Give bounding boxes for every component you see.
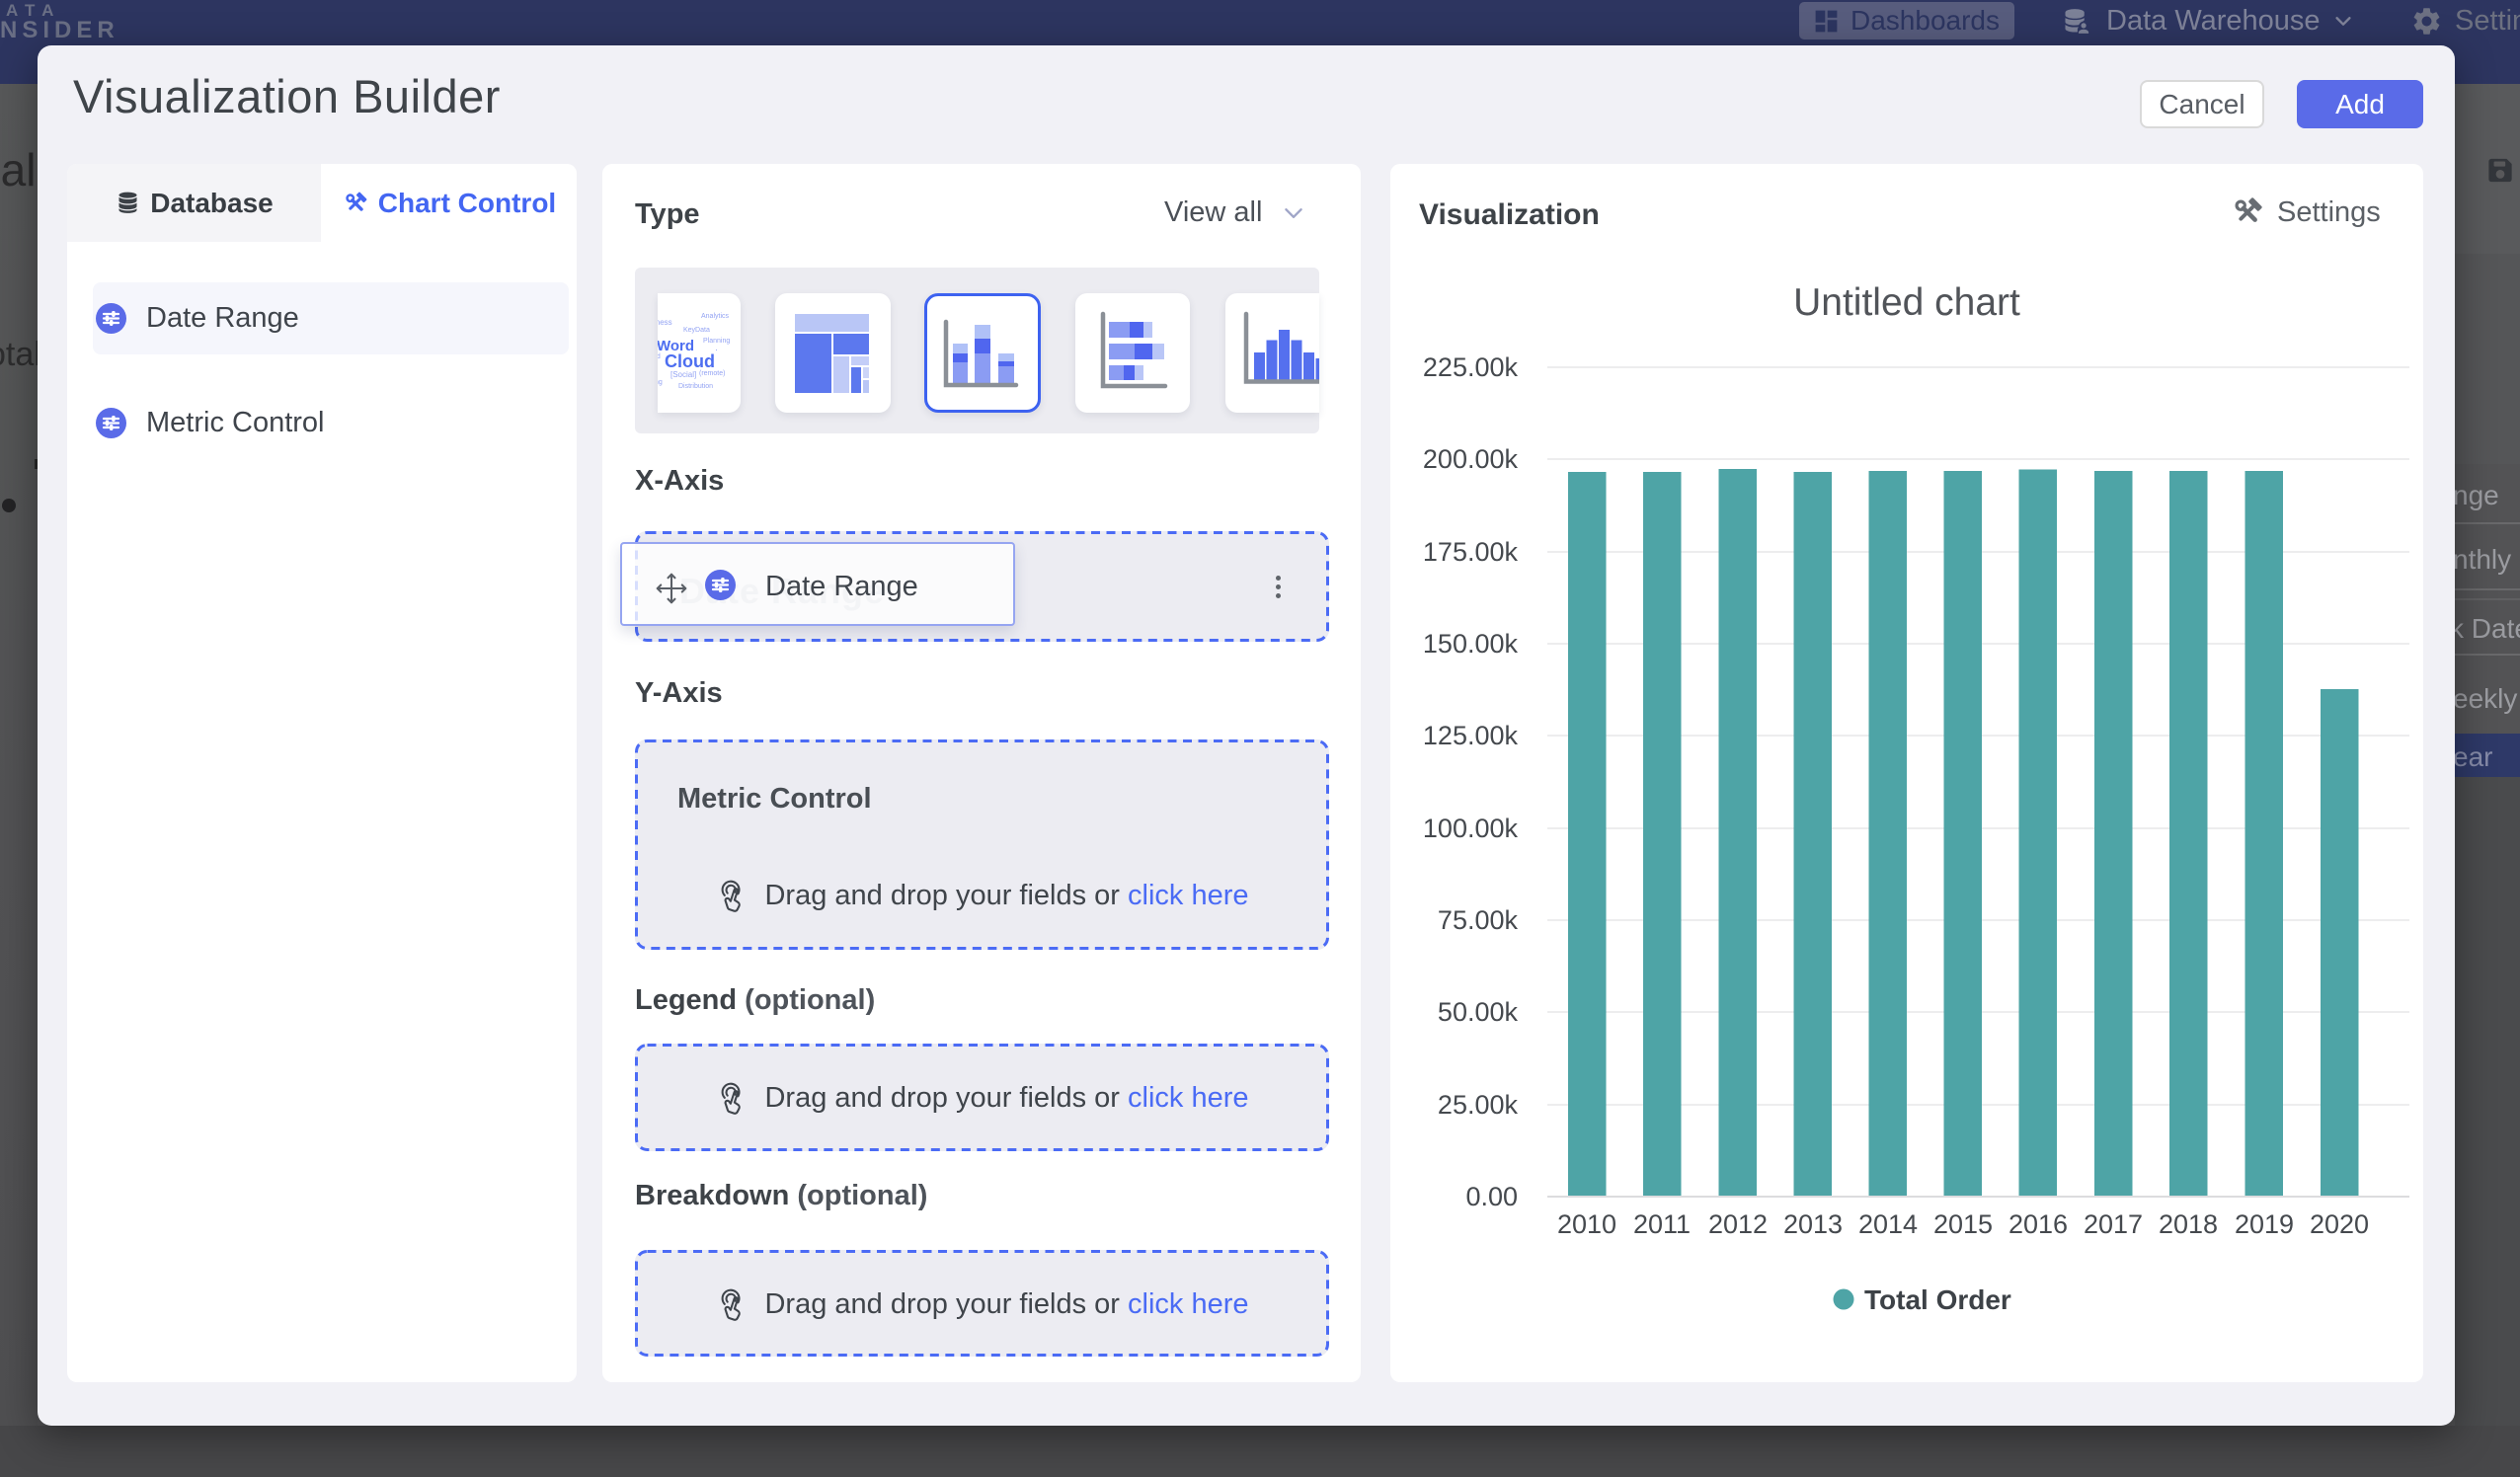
svg-text:150.00k: 150.00k xyxy=(1423,629,1519,659)
svg-text:2016: 2016 xyxy=(2008,1209,2068,1239)
svg-text:75.00k: 75.00k xyxy=(1438,905,1519,935)
svg-text:125.00k: 125.00k xyxy=(1423,721,1519,750)
svg-text:25.00k: 25.00k xyxy=(1438,1090,1519,1120)
svg-text:2015: 2015 xyxy=(1933,1209,1993,1239)
svg-text:225.00k: 225.00k xyxy=(1423,352,1519,382)
svg-text:2020: 2020 xyxy=(2310,1209,2369,1239)
svg-text:50.00k: 50.00k xyxy=(1438,997,1519,1027)
svg-text:2019: 2019 xyxy=(2235,1209,2294,1239)
svg-text:2012: 2012 xyxy=(1708,1209,1768,1239)
svg-text:2013: 2013 xyxy=(1783,1209,1843,1239)
svg-text:2014: 2014 xyxy=(1858,1209,1918,1239)
svg-text:2017: 2017 xyxy=(2084,1209,2143,1239)
svg-text:200.00k: 200.00k xyxy=(1423,444,1519,474)
svg-text:100.00k: 100.00k xyxy=(1423,814,1519,843)
svg-text:2018: 2018 xyxy=(2159,1209,2218,1239)
svg-text:175.00k: 175.00k xyxy=(1423,537,1519,567)
svg-text:Total Order: Total Order xyxy=(1864,1284,2011,1315)
svg-text:2011: 2011 xyxy=(1633,1209,1691,1239)
svg-text:2010: 2010 xyxy=(1557,1209,1616,1239)
svg-text:0.00: 0.00 xyxy=(1465,1182,1518,1211)
svg-text:Untitled chart: Untitled chart xyxy=(1793,281,2020,324)
